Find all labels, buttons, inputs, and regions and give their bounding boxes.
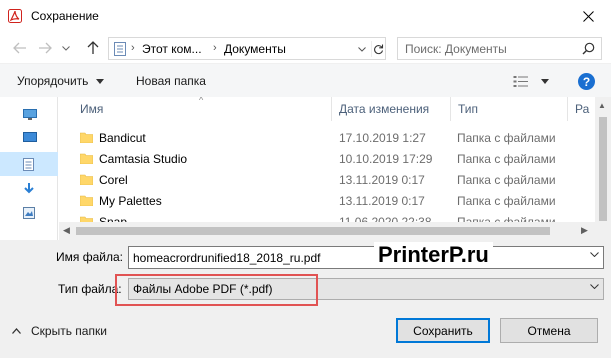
horizontal-scrollbar[interactable]: ◀ ▶ (59, 222, 595, 240)
scroll-right-icon[interactable]: ▶ (581, 225, 588, 236)
chevron-down-icon (358, 46, 366, 52)
breadcrumb-separator-icon: › (131, 42, 135, 54)
arrow-right-icon (39, 42, 52, 54)
documents-icon (114, 42, 126, 56)
column-divider[interactable] (331, 97, 332, 121)
window-title: Сохранение (31, 9, 99, 23)
file-name: Corel (99, 173, 128, 187)
watermark-text: PrinterP.ru (374, 242, 493, 268)
scroll-up-icon[interactable]: ▲ (598, 101, 606, 110)
desktop-icon[interactable] (23, 132, 37, 144)
chevron-down-icon (62, 45, 70, 51)
view-options-icon (513, 75, 528, 87)
acrobat-icon (8, 9, 22, 23)
arrow-left-icon (13, 42, 26, 54)
organize-label: Упорядочить (17, 74, 89, 88)
arrow-up-icon (87, 41, 99, 54)
folder-icon (80, 195, 93, 206)
breadcrumb-documents[interactable]: Документы (224, 42, 286, 56)
search-icon (582, 42, 595, 55)
file-date: 17.10.2019 1:27 (339, 131, 426, 145)
caret-down-icon (95, 79, 104, 85)
address-dropdown-button[interactable] (355, 41, 369, 57)
documents-icon[interactable] (23, 158, 35, 171)
list-item[interactable]: Camtasia Studio 10.10.2019 17:29 Папка с… (59, 149, 600, 170)
file-type: Папка с файлами (457, 173, 556, 187)
close-button[interactable] (566, 0, 611, 33)
column-divider[interactable] (567, 97, 568, 121)
downloads-icon[interactable] (23, 183, 35, 196)
file-type: Папка с файлами (457, 194, 556, 208)
filename-label: Имя файла: (56, 250, 123, 264)
file-type: Папка с файлами (457, 131, 556, 145)
pictures-icon[interactable] (23, 207, 35, 219)
file-date: 13.11.2019 0:17 (339, 173, 425, 187)
filename-input[interactable] (133, 250, 583, 266)
address-bar[interactable]: › Этот ком... › Документы (108, 37, 386, 60)
search-box[interactable] (397, 37, 602, 60)
up-button[interactable] (84, 39, 102, 57)
navigation-pane (0, 97, 58, 240)
search-input[interactable] (405, 41, 575, 56)
file-list: ^ Имя Дата изменения Тип Ра Bandicut 17.… (59, 97, 600, 240)
back-button[interactable] (11, 39, 29, 57)
hide-folders-label: Скрыть папки (31, 324, 107, 338)
file-name: Camtasia Studio (99, 152, 188, 166)
cancel-button[interactable]: Отмена (500, 318, 598, 343)
close-icon (583, 11, 594, 22)
scroll-thumb[interactable] (599, 117, 607, 221)
column-type[interactable]: Тип (458, 102, 478, 116)
filetype-label: Тип файла: (58, 282, 122, 296)
file-date: 10.10.2019 17:29 (339, 152, 433, 166)
caret-down-icon (541, 78, 549, 84)
chevron-down-icon (590, 284, 599, 289)
refresh-icon (374, 44, 384, 54)
recent-locations-button[interactable] (60, 39, 72, 57)
save-form: Имя файла: PrinterP.ru Тип файла: Файлы … (0, 240, 611, 358)
hide-folders-button[interactable]: Скрыть папки (12, 324, 107, 338)
filename-field[interactable] (128, 246, 604, 269)
chevron-down-icon[interactable] (590, 252, 599, 257)
file-date: 13.11.2019 0:17 (339, 194, 425, 208)
column-name[interactable]: Имя (80, 102, 103, 116)
view-options-button[interactable] (513, 73, 551, 89)
command-bar: Упорядочить Новая папка ? (0, 63, 611, 97)
column-date[interactable]: Дата изменения (339, 102, 429, 116)
sort-up-icon: ^ (199, 97, 204, 105)
column-divider[interactable] (450, 97, 451, 121)
vertical-scrollbar[interactable]: ▲ (595, 97, 611, 240)
scroll-thumb[interactable] (76, 227, 550, 235)
scroll-left-icon[interactable]: ◀ (63, 225, 70, 236)
new-folder-button[interactable]: Новая папка (136, 74, 206, 88)
list-item[interactable]: Corel 13.11.2019 0:17 Папка с файлами (59, 170, 600, 191)
organize-button[interactable]: Упорядочить (17, 74, 104, 88)
breadcrumb-this-pc[interactable]: Этот ком... (142, 42, 202, 56)
title-bar: Сохранение (0, 0, 611, 33)
column-header: ^ Имя Дата изменения Тип Ра (59, 97, 600, 121)
file-name: Bandicut (99, 131, 146, 145)
forward-button[interactable] (36, 39, 54, 57)
list-item[interactable]: My Palettes 13.11.2019 0:17 Папка с файл… (59, 191, 600, 212)
file-name: My Palettes (99, 194, 162, 208)
chevron-up-icon (12, 328, 21, 334)
save-button[interactable]: Сохранить (396, 318, 490, 343)
folder-icon (80, 132, 93, 143)
file-type: Папка с файлами (457, 152, 556, 166)
refresh-button[interactable] (371, 41, 385, 57)
folder-icon (80, 153, 93, 164)
column-size[interactable]: Ра (575, 102, 589, 116)
folder-icon (80, 174, 93, 185)
help-button[interactable]: ? (578, 73, 595, 90)
navigation-bar: › Этот ком... › Документы (0, 33, 611, 63)
monitor-icon[interactable] (23, 109, 37, 121)
list-item[interactable]: Bandicut 17.10.2019 1:27 Папка с файлами (59, 128, 600, 149)
breadcrumb-separator-icon: › (213, 42, 217, 54)
highlight-box (115, 274, 318, 306)
